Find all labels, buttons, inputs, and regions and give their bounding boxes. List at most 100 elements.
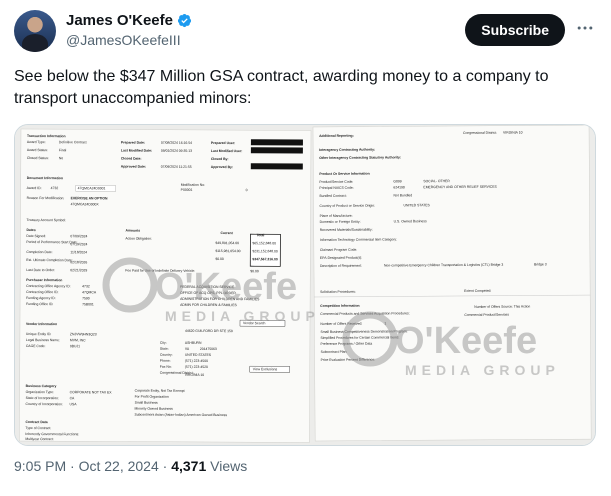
- extent-label: Extent Competed:: [464, 289, 491, 293]
- state-inc: CA: [70, 396, 75, 400]
- reason: EXERCISE AN OPTION: [71, 196, 108, 200]
- subcontract-label: Subcontract Plan:: [321, 350, 348, 354]
- document-image[interactable]: Transaction Information Award Type: Defi…: [14, 124, 596, 446]
- procurement-id: 47QMCA24D0001: [78, 186, 106, 190]
- number-of-offers-source: Number of Offers Source: This Action: [474, 304, 530, 308]
- description: Non-competitive Emergency Children Trans…: [384, 263, 503, 268]
- bridge-label: Bridge 3: [534, 262, 547, 266]
- approved-by-label: Approved By:: [211, 165, 233, 169]
- ellipsis-icon: [577, 26, 593, 30]
- business-type-0: Corporate Entity, Not Tax Exempt: [135, 389, 185, 393]
- country: UNITED STATES: [185, 353, 212, 357]
- contract-data-title: Contract Data: [25, 420, 47, 424]
- period-start: 07/19/2024: [70, 242, 87, 246]
- right-page: Additional Reporting: Interagency Contra…: [312, 125, 592, 442]
- cage-label: CAGE Code:: [26, 344, 46, 348]
- view-exclusions-button: View Exclusions: [253, 367, 278, 371]
- status-label: Award Status:: [27, 148, 48, 152]
- total-label: Total: [256, 233, 264, 237]
- business-type-1: For Profit Organization: [135, 395, 169, 399]
- total-value-2: $347,567,316.00: [252, 257, 278, 261]
- fax: (571) 223-4520: [185, 365, 208, 369]
- date-signed: 07/09/2024: [70, 234, 87, 238]
- current-value-1: $115,981,054.00: [215, 249, 240, 253]
- dates-title: Dates: [26, 228, 35, 232]
- product-title: Product Or Service Information: [319, 172, 369, 176]
- more-icon[interactable]: [573, 18, 597, 42]
- place-mfg-label: Place of Manufacture:: [320, 214, 353, 218]
- uei: ZNJVW9HN3Q23: [70, 332, 97, 336]
- scanned-contract-document: Transaction Information Award Type: Defi…: [15, 125, 595, 445]
- tweet-time[interactable]: 9:05 PM: [14, 458, 66, 474]
- treasury-label: Treasury Account Symbol:: [27, 218, 67, 222]
- views-label: Views: [210, 458, 248, 474]
- completion-label: Completion Date:: [26, 250, 52, 254]
- simplified-label: Simplified Procedures for Certain Commer…: [320, 335, 399, 340]
- separator: ·: [70, 458, 75, 474]
- modification-no-label: Modification No:: [181, 183, 205, 187]
- naics-code: 624190: [393, 185, 404, 189]
- last-order: 02/21/2029: [70, 268, 87, 272]
- legal-name-label: Legal Business Name:: [26, 338, 60, 342]
- bundled: Not Bundled: [393, 193, 412, 197]
- bundled-label: Bundled Contract:: [319, 194, 346, 198]
- type-of-contract-label: Type of Contract:: [25, 426, 51, 430]
- contracting-office-id-label: Contracting Office ID:: [26, 290, 58, 294]
- zip: 201475063: [200, 347, 217, 351]
- display-name[interactable]: James O'Keefe: [66, 12, 173, 29]
- award-id-label: Award ID:: [27, 186, 42, 190]
- it-label: Information Technology Commercial Item C…: [320, 237, 397, 242]
- purchaser-title: Purchaser Information: [26, 278, 62, 282]
- watermark-brand-left: O'Keefe: [155, 266, 297, 308]
- naics-label: Principal NAICS Code:: [319, 186, 353, 190]
- country-inc-label: Country of Incorporation:: [26, 402, 63, 406]
- referenced-piid: 47QMCA24D000X: [71, 202, 100, 206]
- city-label: City:: [160, 341, 167, 345]
- approved-date: 07/09/2024 11:21:55: [161, 165, 192, 169]
- tweet-text: See below the $347 Million GSA contract,…: [14, 68, 549, 107]
- district: VIRGINIA 10: [185, 373, 205, 377]
- current-value-2: $0.00: [215, 257, 224, 261]
- uei-label: Unique Entity ID:: [26, 332, 52, 336]
- domestic: U.S. Owned Business: [394, 219, 427, 223]
- avatar[interactable]: [14, 10, 56, 52]
- commercial-value: Commercial Product/Services: [464, 313, 509, 317]
- other-interagency-label: Other Interagency Contracting Statutory …: [319, 155, 401, 160]
- award-type-label: Award Type:: [27, 140, 46, 144]
- modification-no: P00001: [181, 188, 193, 192]
- current-label: Current: [220, 231, 233, 235]
- funding-agency-id-label: Funding Agency ID:: [26, 296, 56, 300]
- prepared-date: 07/08/2024 16:16:54: [161, 141, 192, 145]
- country-origin-label: Country of Product or Service Origin:: [320, 204, 375, 208]
- current-value-0: $49,891,054.00: [215, 241, 239, 245]
- contracting-office-agency-id-label: Contracting Office Agency ID:: [26, 284, 70, 288]
- psc-code: G099: [393, 179, 401, 183]
- org-type-label: Organization Type:: [26, 390, 54, 394]
- subscribe-button[interactable]: Subscribe: [465, 14, 565, 46]
- inherently-label: Inherently Governmental Functions:: [25, 432, 79, 436]
- domestic-label: Domestic or Foreign Entity:: [320, 220, 361, 224]
- business-type-2: Small Business: [135, 401, 159, 405]
- fax-label: Fax No:: [160, 365, 172, 369]
- business-type-4: Subcontinent Asian (Asian-Indian) Americ…: [134, 413, 227, 417]
- doc-info-title: Document Information: [27, 176, 63, 180]
- prepared-user-label: Prepared User:: [211, 141, 235, 145]
- phone-label: Phone:: [160, 359, 171, 363]
- completion: 11/18/2024: [70, 250, 87, 254]
- watermark-brand-right: O'Keefe: [395, 320, 537, 362]
- views-count: 4,371: [171, 458, 207, 474]
- tweet-meta: 9:05 PM · Oct 22, 2024 · 4,371 Views: [14, 458, 247, 474]
- psc-desc: SOCIAL- OTHER: [423, 179, 450, 183]
- closed-status-label: Closed Status:: [27, 156, 49, 160]
- tweet-date[interactable]: Oct 22, 2024: [79, 458, 159, 474]
- legal-name: MVM, INC: [70, 338, 86, 342]
- reason-label: Reason For Modification:: [27, 196, 65, 200]
- country-label: Country:: [160, 353, 173, 357]
- display-name-row[interactable]: James O'Keefe: [66, 12, 192, 29]
- handle[interactable]: @JamesOKeefeIII: [66, 32, 192, 48]
- multiyear-label: Multiyear Contract:: [25, 437, 54, 441]
- est-ultimate: 02/18/2026: [70, 260, 87, 264]
- funding-office-id-label: Funding Office ID:: [26, 302, 53, 306]
- est-ultimate-label: Est. Ultimate Completion Date:: [26, 258, 72, 262]
- status: Final: [59, 148, 67, 152]
